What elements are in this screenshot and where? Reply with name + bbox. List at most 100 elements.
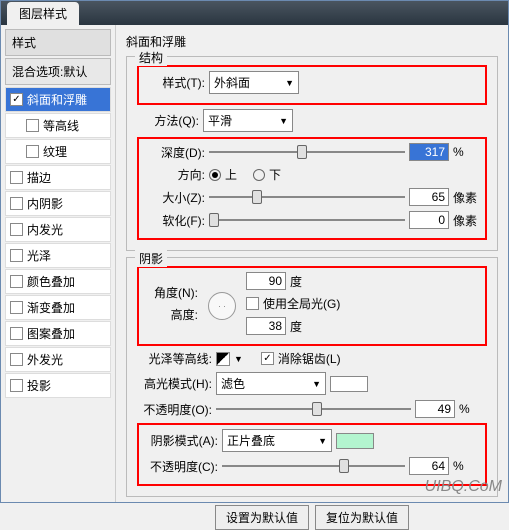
sidebar-item-label: 纹理: [43, 143, 67, 160]
shadow-opacity-unit: %: [453, 459, 481, 473]
sidebar-checkbox[interactable]: [10, 275, 23, 288]
altitude-label: 高度:: [143, 306, 198, 323]
depth-unit: %: [453, 145, 481, 159]
sidebar-checkbox[interactable]: [10, 223, 23, 236]
highlight-opacity-slider[interactable]: [216, 401, 411, 417]
altitude-input[interactable]: 38: [246, 317, 286, 335]
global-light-checkbox[interactable]: [246, 297, 259, 310]
sidebar-item-label: 投影: [27, 377, 51, 394]
chevron-down-icon: ▼: [285, 78, 294, 88]
sidebar-checkbox[interactable]: ✓: [10, 93, 23, 106]
size-label: 大小(Z):: [143, 189, 205, 206]
styles-sidebar: 样式 混合选项:默认 ✓ 斜面和浮雕等高线纹理描边内阴影内发光光泽颜色叠加渐变叠加…: [1, 25, 116, 502]
style-label: 样式(T):: [143, 74, 205, 91]
sidebar-item-label: 内发光: [27, 221, 63, 238]
sidebar-checkbox[interactable]: [10, 379, 23, 392]
gloss-contour-swatch[interactable]: [216, 352, 230, 366]
shadow-mode-combo[interactable]: 正片叠底▼: [222, 429, 332, 452]
sidebar-blending-options[interactable]: 混合选项:默认: [5, 58, 111, 85]
sidebar-checkbox[interactable]: [10, 301, 23, 314]
angle-input[interactable]: 90: [246, 272, 286, 290]
soften-label: 软化(F):: [143, 212, 205, 229]
sidebar-item-6[interactable]: 光泽: [5, 243, 111, 268]
depth-input[interactable]: 317: [409, 143, 449, 161]
size-input[interactable]: 65: [409, 188, 449, 206]
sidebar-item-label: 内阴影: [27, 195, 63, 212]
shading-legend: 阴影: [135, 250, 167, 267]
soften-unit: 像素: [453, 212, 481, 229]
sidebar-checkbox[interactable]: [10, 197, 23, 210]
sidebar-item-label: 光泽: [27, 247, 51, 264]
sidebar-item-label: 等高线: [43, 117, 79, 134]
highlight-mode-label: 高光模式(H):: [137, 375, 212, 392]
sidebar-checkbox[interactable]: [26, 119, 39, 132]
sidebar-item-11[interactable]: 投影: [5, 373, 111, 398]
highlight-mode-combo[interactable]: 滤色▼: [216, 372, 326, 395]
sidebar-item-3[interactable]: 描边: [5, 165, 111, 190]
make-default-button[interactable]: 设置为默认值: [215, 505, 309, 530]
direction-down-radio[interactable]: [253, 169, 265, 181]
structure-fieldset: 结构 样式(T): 外斜面▼ 方法(Q): 平滑▼: [126, 56, 498, 251]
depth-slider[interactable]: [209, 144, 405, 160]
reset-default-button[interactable]: 复位为默认值: [315, 505, 409, 530]
method-combo[interactable]: 平滑▼: [203, 109, 293, 132]
shading-fieldset: 阴影 角度(N): 高度: · ·: [126, 257, 498, 497]
direction-label: 方向:: [143, 166, 205, 183]
global-light-label: 使用全局光(G): [263, 295, 340, 312]
sidebar-checkbox[interactable]: [10, 171, 23, 184]
chevron-down-icon[interactable]: ▼: [234, 354, 243, 364]
highlight-opacity-label: 不透明度(O):: [137, 401, 212, 418]
main-panel: 斜面和浮雕 结构 样式(T): 外斜面▼ 方法(Q): 平滑▼: [116, 25, 508, 502]
sidebar-item-7[interactable]: 颜色叠加: [5, 269, 111, 294]
highlight-box-depth: 深度(D): 317 % 方向: 上 下 大小(Z): 65: [137, 137, 487, 240]
sidebar-item-10[interactable]: 外发光: [5, 347, 111, 372]
highlight-opacity-input[interactable]: 49: [415, 400, 455, 418]
sidebar-item-label: 斜面和浮雕: [27, 91, 87, 108]
layer-style-dialog: 图层样式 样式 混合选项:默认 ✓ 斜面和浮雕等高线纹理描边内阴影内发光光泽颜色叠…: [0, 0, 509, 503]
highlight-box-style: 样式(T): 外斜面▼: [137, 65, 487, 105]
shadow-opacity-slider[interactable]: [222, 458, 405, 474]
gloss-contour-label: 光泽等高线:: [137, 350, 212, 367]
sidebar-item-label: 颜色叠加: [27, 273, 75, 290]
sidebar-head[interactable]: 样式: [5, 29, 111, 56]
shadow-color-swatch[interactable]: [336, 433, 374, 449]
sidebar-checkbox[interactable]: [10, 249, 23, 262]
sidebar-checkbox[interactable]: [26, 145, 39, 158]
sidebar-item-label: 渐变叠加: [27, 299, 75, 316]
sidebar-item-1[interactable]: 等高线: [5, 113, 111, 138]
sidebar-checkbox[interactable]: [10, 327, 23, 340]
sidebar-item-label: 图案叠加: [27, 325, 75, 342]
highlight-color-swatch[interactable]: [330, 376, 368, 392]
size-unit: 像素: [453, 189, 481, 206]
soften-input[interactable]: 0: [409, 211, 449, 229]
sidebar-item-2[interactable]: 纹理: [5, 139, 111, 164]
angle-globe[interactable]: · ·: [208, 292, 236, 320]
highlight-box-shadow: 阴影模式(A): 正片叠底▼ 不透明度(C): 64 %: [137, 423, 487, 486]
sidebar-item-label: 描边: [27, 169, 51, 186]
sidebar-checkbox[interactable]: [10, 353, 23, 366]
dialog-title: 图层样式: [7, 2, 79, 25]
size-slider[interactable]: [209, 189, 405, 205]
direction-up-radio[interactable]: [209, 169, 221, 181]
shadow-opacity-label: 不透明度(C):: [143, 458, 218, 475]
antialias-checkbox[interactable]: ✓: [261, 352, 274, 365]
highlight-opacity-unit: %: [459, 402, 487, 416]
titlebar: 图层样式: [1, 1, 508, 25]
chevron-down-icon: ▼: [279, 116, 288, 126]
soften-slider[interactable]: [209, 212, 405, 228]
sidebar-item-8[interactable]: 渐变叠加: [5, 295, 111, 320]
altitude-unit: 度: [290, 318, 302, 335]
panel-title: 斜面和浮雕: [126, 33, 498, 50]
sidebar-item-5[interactable]: 内发光: [5, 217, 111, 242]
antialias-label: 消除锯齿(L): [278, 350, 341, 367]
sidebar-item-9[interactable]: 图案叠加: [5, 321, 111, 346]
shadow-opacity-input[interactable]: 64: [409, 457, 449, 475]
angle-label: 角度(N):: [143, 284, 198, 301]
watermark: UIBQ.CoM: [425, 478, 502, 496]
structure-legend: 结构: [135, 49, 167, 66]
sidebar-item-0[interactable]: ✓ 斜面和浮雕: [5, 87, 111, 112]
highlight-box-angle: 角度(N): 高度: · · 90 度: [137, 266, 487, 346]
sidebar-item-4[interactable]: 内阴影: [5, 191, 111, 216]
style-combo[interactable]: 外斜面▼: [209, 71, 299, 94]
sidebar-item-label: 外发光: [27, 351, 63, 368]
